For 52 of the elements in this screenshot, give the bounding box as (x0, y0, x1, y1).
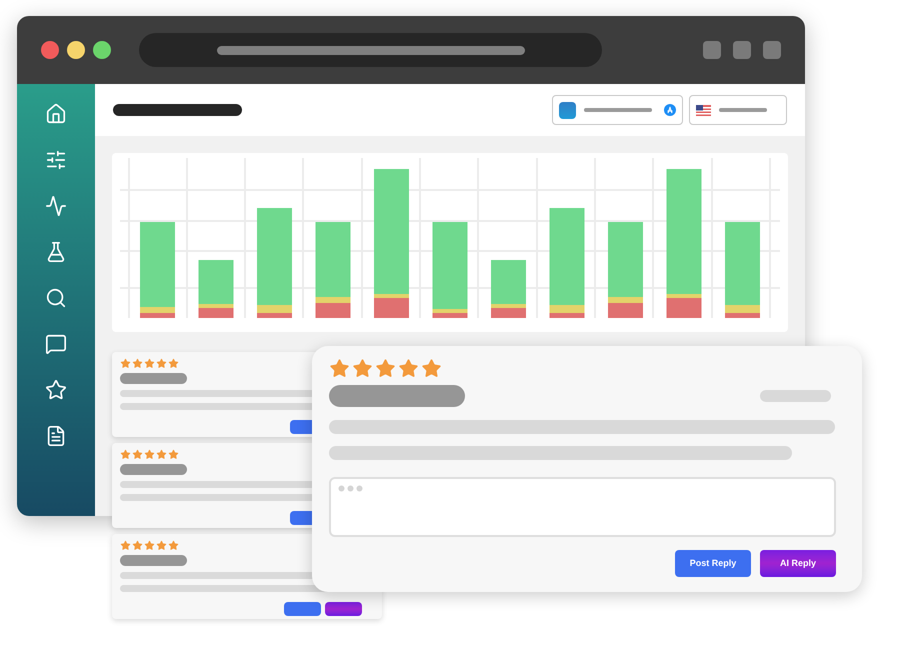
star-icon (144, 358, 155, 369)
star-icon (168, 358, 179, 369)
star-icon (375, 358, 396, 379)
name-placeholder (120, 464, 187, 475)
home-icon[interactable] (45, 103, 67, 125)
star-icon (398, 358, 419, 379)
search-icon[interactable] (45, 287, 67, 309)
date-placeholder (760, 390, 831, 402)
star-icon (120, 540, 131, 551)
app-icon (559, 102, 576, 118)
star-icon (352, 358, 373, 379)
star-icon (132, 540, 143, 551)
flag-icon (696, 104, 711, 116)
stacked-bar (491, 260, 526, 318)
star-icon (156, 358, 167, 369)
toolbar-square[interactable] (763, 41, 781, 59)
toolbar-square[interactable] (703, 41, 721, 59)
star-icon (156, 449, 167, 460)
name-placeholder (120, 555, 187, 566)
star-icon (132, 358, 143, 369)
typing-dots-icon (338, 485, 363, 492)
reply-button[interactable] (290, 420, 312, 434)
line-chart-icon[interactable] (45, 195, 67, 217)
toolbar-square[interactable] (733, 41, 751, 59)
star-icon (421, 358, 442, 379)
star-icon (329, 358, 350, 379)
ai-reply-button[interactable]: AI Reply (760, 550, 836, 577)
star-icon (156, 540, 167, 551)
reply-button[interactable] (290, 511, 312, 525)
app-store-icon (664, 104, 676, 116)
reply-button[interactable] (284, 602, 321, 616)
document-icon[interactable] (45, 425, 67, 447)
star-icon (144, 449, 155, 460)
country-name-placeholder (719, 108, 767, 112)
star-icon (144, 540, 155, 551)
chat-icon[interactable] (45, 333, 67, 355)
sliders-icon[interactable] (45, 149, 67, 171)
star-icon (168, 449, 179, 460)
post-reply-button[interactable]: Post Reply (675, 550, 751, 577)
star-icon (120, 449, 131, 460)
star-icon (168, 540, 179, 551)
stacked-bar (198, 260, 234, 318)
star-icon (132, 449, 143, 460)
star-icon (120, 358, 131, 369)
address-bar[interactable] (139, 33, 602, 67)
star-icon[interactable] (45, 379, 67, 401)
app-name-placeholder (584, 108, 652, 112)
flask-icon[interactable] (45, 241, 67, 263)
app-selector[interactable] (552, 95, 683, 125)
country-selector[interactable] (689, 95, 787, 125)
name-placeholder (120, 373, 187, 384)
ai-reply-button[interactable] (325, 602, 362, 616)
